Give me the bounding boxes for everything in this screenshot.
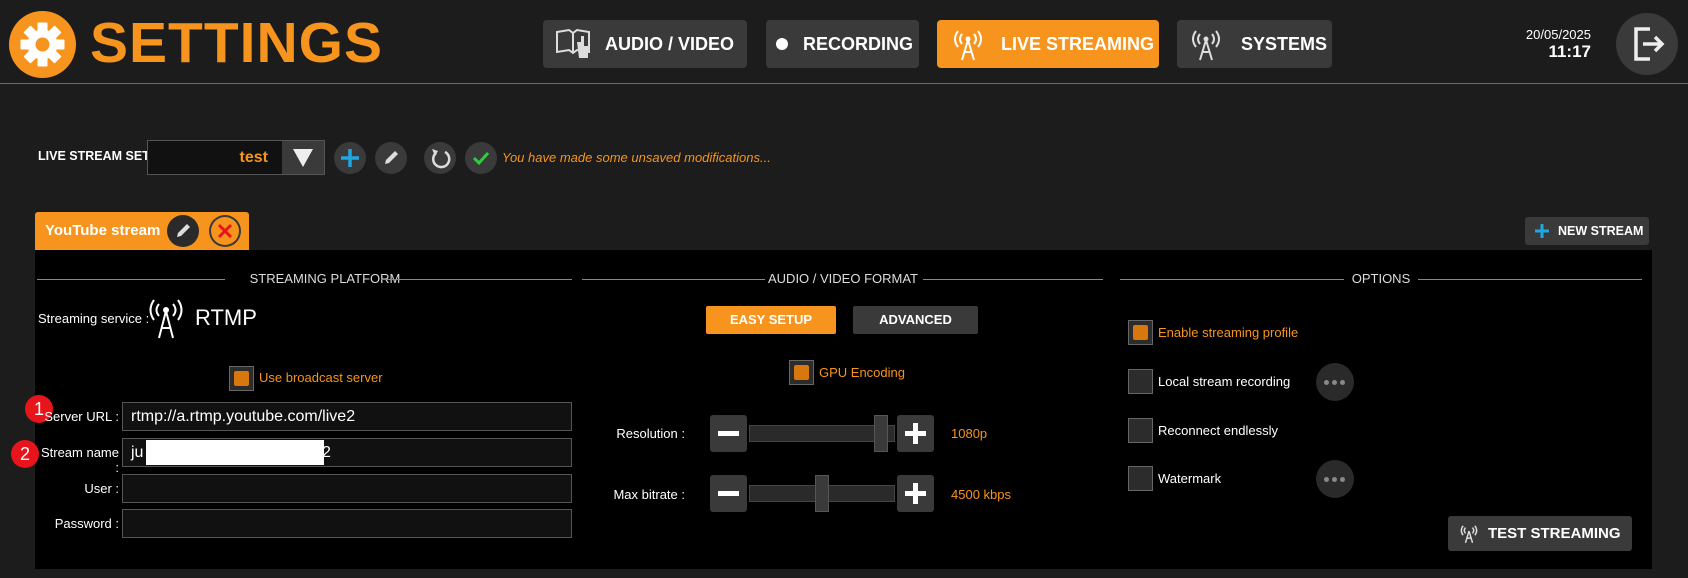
delete-stream-button[interactable]	[209, 215, 241, 247]
undo-button[interactable]	[424, 142, 456, 174]
tab-recording[interactable]: RECORDING	[766, 20, 919, 68]
enable-streaming-profile-checkbox[interactable]	[1128, 320, 1153, 345]
close-icon	[211, 217, 239, 245]
antenna-icon	[149, 299, 183, 339]
redaction-mask	[146, 440, 324, 465]
tab-live-streaming[interactable]: LIVE STREAMING	[937, 20, 1159, 68]
live-stream-set-select[interactable]: test	[147, 140, 325, 175]
section-audio-video-format: AUDIO / VIDEO FORMAT	[582, 271, 1103, 287]
gear-icon	[9, 11, 76, 78]
live-stream-set-label: LIVE STREAM SET	[38, 149, 150, 163]
chevron-down-icon[interactable]	[282, 141, 324, 174]
advanced-button[interactable]: ADVANCED	[853, 306, 978, 334]
plus-icon	[905, 483, 926, 504]
streaming-service-label: Streaming service :	[38, 311, 150, 326]
pencil-icon	[177, 224, 190, 237]
bitrate-decrease-button[interactable]	[710, 475, 747, 512]
resolution-label: Resolution :	[616, 426, 685, 441]
dot-icon	[776, 38, 788, 50]
user-field[interactable]	[122, 474, 572, 503]
test-streaming-button[interactable]: TEST STREAMING	[1448, 516, 1632, 551]
user-label: User :	[84, 481, 119, 496]
enable-streaming-profile-label: Enable streaming profile	[1158, 325, 1299, 340]
antenna-icon	[1192, 30, 1220, 61]
password-label: Password :	[54, 516, 119, 531]
antenna-icon	[954, 30, 982, 61]
use-broadcast-label: Use broadcast server	[259, 370, 383, 385]
server-url-field[interactable]: rtmp://a.rtmp.youtube.com/live2	[122, 402, 572, 431]
new-stream-label: NEW STREAM	[1558, 224, 1644, 238]
resolution-slider-track[interactable]	[749, 425, 895, 442]
max-bitrate-label: Max bitrate :	[613, 487, 685, 502]
bitrate-slider-thumb[interactable]	[815, 475, 829, 512]
save-button[interactable]	[465, 142, 497, 174]
antenna-icon	[1460, 525, 1478, 544]
stream-tab-label: YouTube stream	[45, 222, 161, 239]
easy-setup-button[interactable]: EASY SETUP	[706, 306, 836, 334]
local-stream-recording-checkbox[interactable]	[1128, 369, 1153, 394]
bitrate-increase-button[interactable]	[897, 475, 934, 512]
date-text: 20/05/2025	[1525, 27, 1591, 42]
watermark-more-button[interactable]	[1316, 460, 1354, 498]
new-stream-button[interactable]: NEW STREAM	[1525, 217, 1649, 245]
stream-name-value-start: ju	[131, 444, 144, 461]
tab-audio-video[interactable]: AUDIO / VIDEO	[543, 20, 747, 68]
stream-tab[interactable]: YouTube stream	[35, 212, 249, 250]
edit-stream-button[interactable]	[167, 215, 199, 247]
edit-set-button[interactable]	[375, 142, 407, 174]
use-broadcast-checkbox[interactable]	[229, 366, 254, 391]
undo-icon	[431, 149, 451, 169]
marker-2: 2	[11, 440, 39, 468]
resolution-increase-button[interactable]	[897, 415, 934, 452]
streaming-service-value: RTMP	[195, 305, 257, 330]
book-hand-icon	[556, 28, 590, 58]
header-bar: SETTINGS AUDIO / VIDEO RECORDING LIVE ST…	[0, 0, 1688, 84]
max-bitrate-value: 4500 kbps	[951, 487, 1011, 502]
gpu-encoding-checkbox[interactable]	[789, 360, 814, 385]
plus-icon	[1535, 224, 1549, 238]
reconnect-endlessly-label: Reconnect endlessly	[1158, 423, 1278, 438]
server-url-label: Server URL :	[44, 409, 119, 424]
resolution-decrease-button[interactable]	[710, 415, 747, 452]
date-time: 20/05/2025 11:17	[1526, 27, 1591, 62]
stream-name-label: Stream name :	[40, 445, 119, 475]
time-text: 11:17	[1548, 42, 1591, 61]
watermark-checkbox[interactable]	[1128, 466, 1153, 491]
tab-label: RECORDING	[803, 34, 914, 54]
section-options: OPTIONS	[1120, 271, 1642, 287]
page-title: SETTINGS	[90, 11, 384, 75]
reconnect-endlessly-checkbox[interactable]	[1128, 418, 1153, 443]
check-icon	[472, 151, 490, 166]
pencil-icon	[385, 151, 398, 164]
add-set-button[interactable]	[334, 142, 366, 174]
local-recording-more-button[interactable]	[1316, 363, 1354, 401]
resolution-slider-thumb[interactable]	[874, 415, 889, 452]
section-streaming-platform: STREAMING PLATFORM	[37, 271, 572, 287]
minus-icon	[718, 491, 739, 496]
test-streaming-label: TEST STREAMING	[1488, 525, 1621, 542]
plus-icon	[905, 423, 926, 444]
minus-icon	[718, 431, 739, 436]
tab-label: SYSTEMS	[1241, 34, 1328, 54]
tab-systems[interactable]: SYSTEMS	[1177, 20, 1332, 68]
tab-label: AUDIO / VIDEO	[605, 34, 735, 54]
local-stream-recording-label: Local stream recording	[1158, 374, 1291, 389]
password-field[interactable]	[122, 509, 572, 538]
plus-icon	[341, 149, 359, 167]
stream-name-value-end: 2	[322, 444, 331, 461]
watermark-label: Watermark	[1158, 471, 1222, 486]
unsaved-message: You have made some unsaved modifications…	[502, 150, 771, 165]
live-stream-set-value: test	[239, 149, 268, 166]
gpu-encoding-label: GPU Encoding	[819, 365, 905, 380]
tab-label: LIVE STREAMING	[1001, 34, 1155, 54]
logout-icon	[1634, 27, 1665, 61]
resolution-value: 1080p	[951, 426, 988, 441]
logout-button[interactable]	[1616, 13, 1678, 75]
